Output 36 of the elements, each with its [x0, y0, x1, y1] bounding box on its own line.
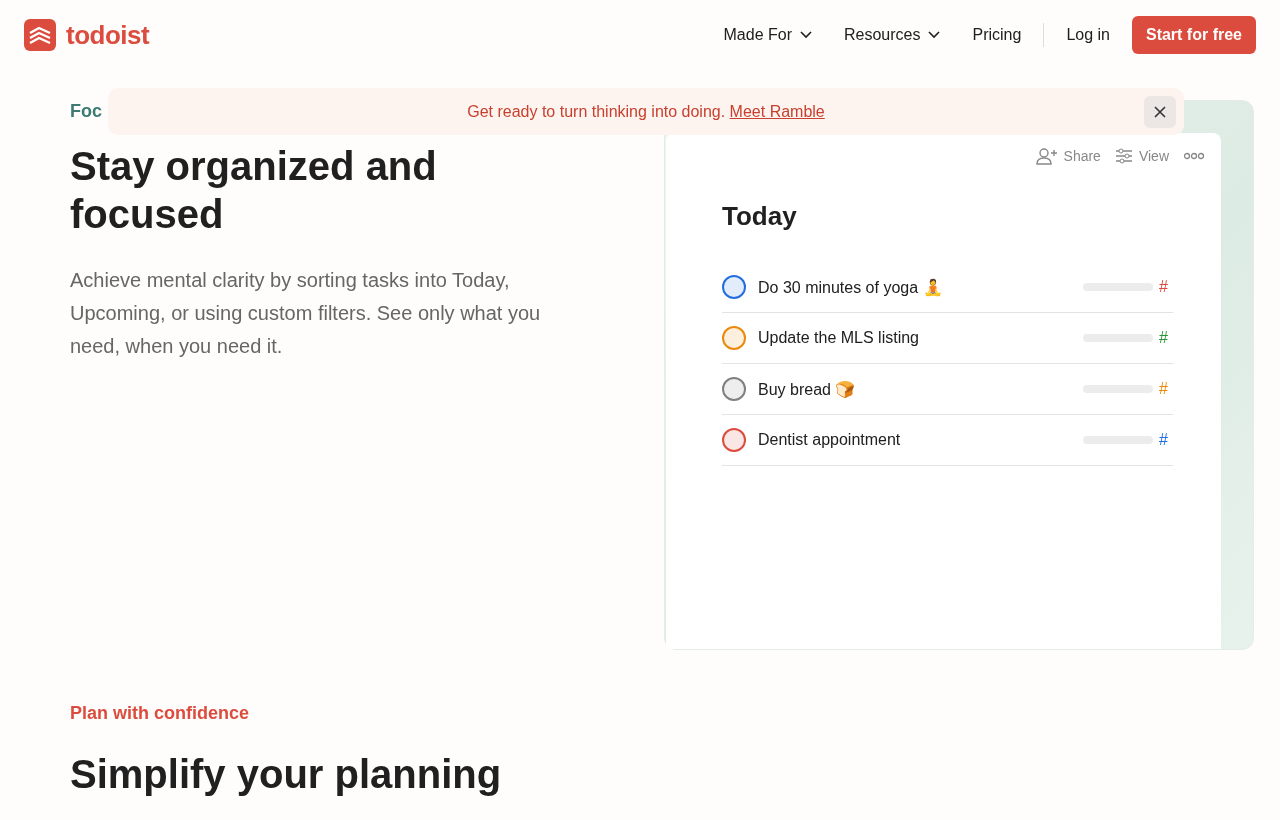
chevron-down-icon — [928, 31, 941, 39]
section-eyebrow: Foc — [70, 100, 102, 122]
task-text: Update the MLS listing — [758, 329, 920, 347]
section-eyebrow: Plan with confidence — [70, 702, 250, 724]
list-title: Today — [722, 201, 798, 232]
sliders-icon — [1114, 148, 1133, 164]
logo-icon — [24, 19, 56, 51]
nav-dropdown[interactable]: Resources — [828, 18, 957, 52]
add-person-icon — [1035, 147, 1058, 165]
nav-link[interactable]: Pricing — [956, 18, 1038, 52]
task-text: Do 30 minutes of yoga 🧘 — [758, 277, 944, 297]
close-icon — [1153, 105, 1167, 119]
more-icon[interactable] — [1183, 152, 1205, 160]
task-checkbox[interactable] — [722, 377, 746, 401]
project-tag: # — [1159, 329, 1173, 347]
toolbar-button[interactable]: View — [1114, 148, 1169, 164]
section-description: Achieve mental clarity by sorting tasks into Today, Upcoming, or using custom filters. See only what you need, when you need it. — [70, 268, 542, 359]
task-checkbox[interactable] — [722, 326, 746, 350]
task-checkbox[interactable] — [722, 275, 746, 299]
section-heading: Stay organized and focused — [70, 143, 438, 238]
ramble-link[interactable]: Meet Ramble — [729, 102, 825, 120]
project-tag: # — [1159, 380, 1173, 398]
close-button[interactable] — [1144, 96, 1176, 128]
project-tag: # — [1159, 431, 1173, 449]
task-text: Dentist appointment — [758, 431, 902, 449]
logo-text: todoist — [66, 19, 150, 51]
chevron-down-icon — [800, 31, 812, 39]
section-heading: Simplify your planning — [70, 751, 503, 798]
banner-message: Get ready to turn thinking into doing. Meet Ramble — [467, 102, 825, 121]
task-text: Buy bread 🍞 — [758, 379, 857, 399]
toolbar-button[interactable]: Share — [1035, 147, 1101, 165]
start-button[interactable]: Start for free — [1131, 16, 1256, 54]
login-link[interactable]: Log in — [1050, 18, 1126, 52]
project-tag: # — [1159, 278, 1173, 296]
task-checkbox[interactable] — [722, 428, 746, 452]
nav-dropdown[interactable]: Made For — [707, 18, 828, 52]
